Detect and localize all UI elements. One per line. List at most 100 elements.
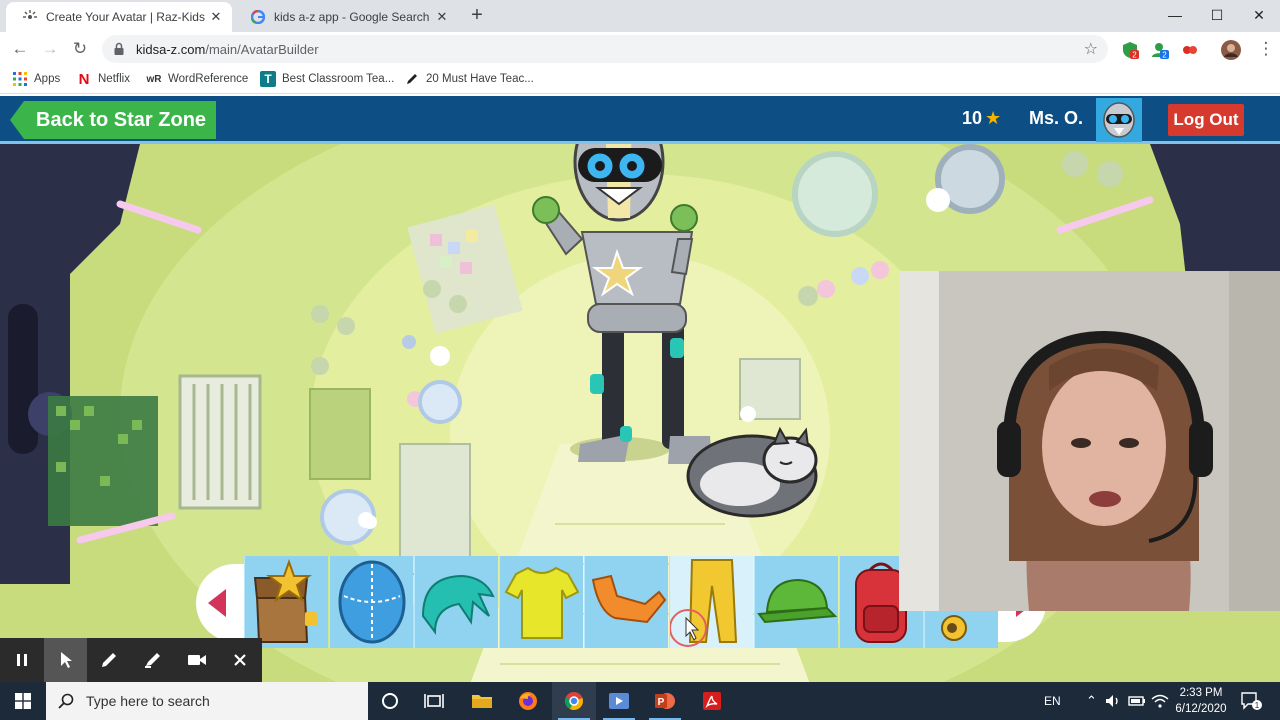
bookmark-wordreference[interactable]: wR WordReference <box>146 71 249 87</box>
forward-arrow-icon[interactable]: → <box>38 38 62 60</box>
hat-item[interactable] <box>754 556 838 648</box>
tab-strip: Create Your Avatar | Raz-Kids | Ki ✕ kid… <box>0 0 1280 32</box>
new-tab-button[interactable]: + <box>466 5 488 27</box>
close-icon <box>234 654 246 666</box>
extension-shield-icon[interactable]: 2 <box>1120 40 1140 60</box>
url-text: kidsa-z.com/main/AvatarBuilder <box>136 41 319 57</box>
folder-icon <box>472 695 492 708</box>
cursor-icon <box>60 652 72 668</box>
wifi-icon[interactable] <box>1151 682 1169 720</box>
file-explorer-button[interactable] <box>460 682 504 720</box>
system-clock[interactable]: 2:33 PM 6/12/2020 <box>1170 685 1232 717</box>
log-out-button[interactable]: Log Out <box>1168 104 1244 136</box>
highlighter-icon <box>144 653 160 668</box>
pants-item[interactable] <box>669 556 753 648</box>
head-item[interactable] <box>329 556 413 648</box>
video-player-icon <box>609 693 629 709</box>
svg-text:2: 2 <box>1132 51 1137 60</box>
arm-item[interactable] <box>584 556 668 648</box>
maximize-button[interactable]: ☐ <box>1202 4 1232 26</box>
shirt-item[interactable] <box>499 556 583 648</box>
tab-close-icon[interactable]: ✕ <box>208 9 224 25</box>
pause-recording-button[interactable] <box>0 638 44 682</box>
svg-text:1: 1 <box>1255 701 1260 710</box>
video-camera-icon <box>187 655 206 665</box>
task-view-icon <box>424 694 444 708</box>
bookmark-star-icon[interactable]: ☆ <box>1084 39 1098 59</box>
triangle-left-icon <box>208 589 226 617</box>
tab-avatar-builder[interactable]: Create Your Avatar | Raz-Kids | Ki ✕ <box>6 2 232 32</box>
firefox-icon <box>519 692 537 710</box>
close-window-button[interactable]: ✕ <box>1244 4 1274 26</box>
powerpoint-button[interactable]: P <box>643 682 687 720</box>
pause-icon <box>16 654 27 666</box>
hair-icon <box>421 574 495 635</box>
minimize-button[interactable]: — <box>1160 4 1190 26</box>
chrome-menu-icon[interactable]: ⋮ <box>1254 38 1278 60</box>
shirt-icon <box>504 566 580 639</box>
arm-icon <box>591 574 667 624</box>
treasure-chest-item[interactable] <box>244 556 328 648</box>
svg-text:2: 2 <box>1162 51 1167 60</box>
pen-tool-button[interactable] <box>87 638 131 682</box>
google-favicon-icon <box>250 9 266 25</box>
show-hidden-icons-button[interactable]: ⌃ <box>1086 682 1097 720</box>
task-view-button[interactable] <box>412 682 456 720</box>
webcam-toggle-button[interactable] <box>175 638 219 682</box>
address-bar[interactable]: kidsa-z.com/main/AvatarBuilder ☆ <box>102 35 1108 63</box>
tab-close-icon[interactable]: ✕ <box>434 9 450 25</box>
tab-title: kids a-z app - Google Search <box>274 10 430 24</box>
media-player-button[interactable] <box>597 682 641 720</box>
teachers-icon: T <box>260 71 276 87</box>
highlighter-tool-button[interactable] <box>131 638 175 682</box>
action-center-button[interactable]: 1 <box>1240 682 1262 720</box>
treasure-chest-icon <box>253 559 317 643</box>
svg-text:P: P <box>658 697 665 708</box>
bookmark-apps[interactable]: Apps <box>12 71 60 87</box>
volume-icon[interactable] <box>1104 682 1122 720</box>
hair-item[interactable] <box>414 556 498 648</box>
netflix-icon: N <box>78 70 90 88</box>
pointer-tool-button[interactable] <box>43 638 88 682</box>
cap-icon <box>757 578 838 624</box>
taskbar-search[interactable]: Type here to search <box>46 682 368 720</box>
tab-title: Create Your Avatar | Raz-Kids | Ki <box>46 10 208 24</box>
helmet-icon <box>338 560 406 644</box>
reload-icon[interactable]: ↻ <box>68 38 92 60</box>
windows-logo-icon <box>15 693 31 709</box>
extension-red-icon[interactable] <box>1180 40 1200 60</box>
bookmark-must-have-teacher[interactable]: 20 Must Have Teac... <box>404 71 534 87</box>
avatar-thumbnail[interactable] <box>1096 98 1142 142</box>
chrome-button[interactable] <box>552 682 596 720</box>
star-icon: ★ <box>985 108 1002 128</box>
clock-time: 2:33 PM <box>1179 687 1223 699</box>
back-to-star-zone-button[interactable]: Back to Star Zone <box>10 101 216 139</box>
windows-taskbar: Type here to search P EN ⌃ 2:33 PM 6/12/… <box>0 682 1280 720</box>
notification-icon: 1 <box>1241 692 1262 710</box>
back-arrow-icon[interactable]: ← <box>8 38 32 60</box>
presenter-video <box>899 271 1280 611</box>
pencil-icon <box>102 653 117 667</box>
bookmarks-bar: Apps N Netflix wR WordReference T Best C… <box>0 66 1280 94</box>
profile-avatar-icon[interactable] <box>1220 39 1242 61</box>
pen-icon <box>404 71 420 87</box>
start-button[interactable] <box>0 682 46 720</box>
close-recorder-button[interactable] <box>218 638 262 682</box>
bookmark-netflix[interactable]: N Netflix <box>76 70 130 88</box>
extension-people-icon[interactable]: 2 <box>1150 40 1170 60</box>
bookmark-classroom-teachers[interactable]: T Best Classroom Tea... <box>260 71 394 87</box>
cortana-circle-icon <box>382 693 398 709</box>
firefox-button[interactable] <box>506 682 550 720</box>
input-language[interactable]: EN <box>1044 682 1061 720</box>
app-header: Back to Star Zone 10 ★ Ms. O. Log Out <box>0 96 1280 144</box>
search-icon <box>58 693 74 709</box>
acrobat-button[interactable] <box>690 682 734 720</box>
cortana-button[interactable] <box>368 682 412 720</box>
razkids-favicon-icon <box>22 9 38 25</box>
battery-icon[interactable] <box>1128 682 1146 720</box>
tab-google-search[interactable]: kids a-z app - Google Search ✕ <box>234 2 458 32</box>
clock-date: 6/12/2020 <box>1175 703 1227 715</box>
chrome-icon <box>564 692 583 710</box>
carousel-prev-button[interactable] <box>196 564 244 642</box>
powerpoint-icon: P <box>655 693 675 709</box>
